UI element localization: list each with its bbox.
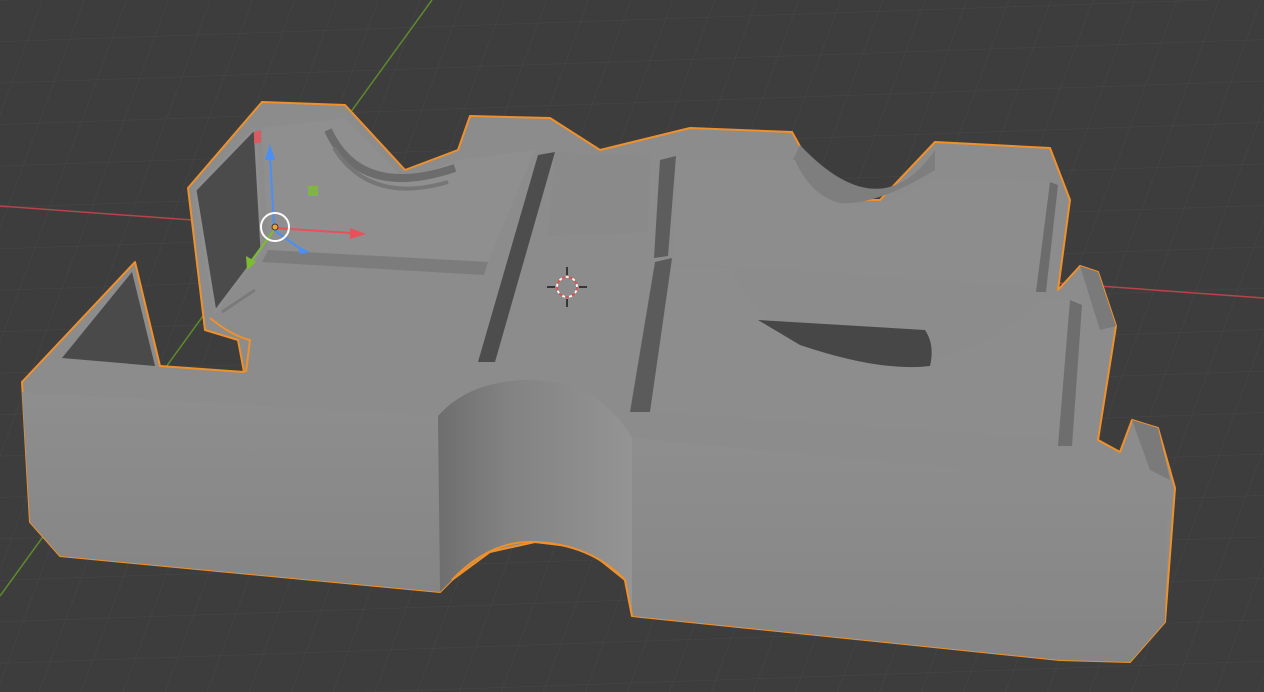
viewport-canvas[interactable] (0, 0, 1264, 692)
gizmo-xy-plane-handle[interactable] (308, 186, 318, 196)
object-origin-icon (271, 223, 279, 231)
gizmo-yz-plane-handle[interactable] (254, 130, 261, 144)
3d-viewport[interactable] (0, 0, 1264, 692)
